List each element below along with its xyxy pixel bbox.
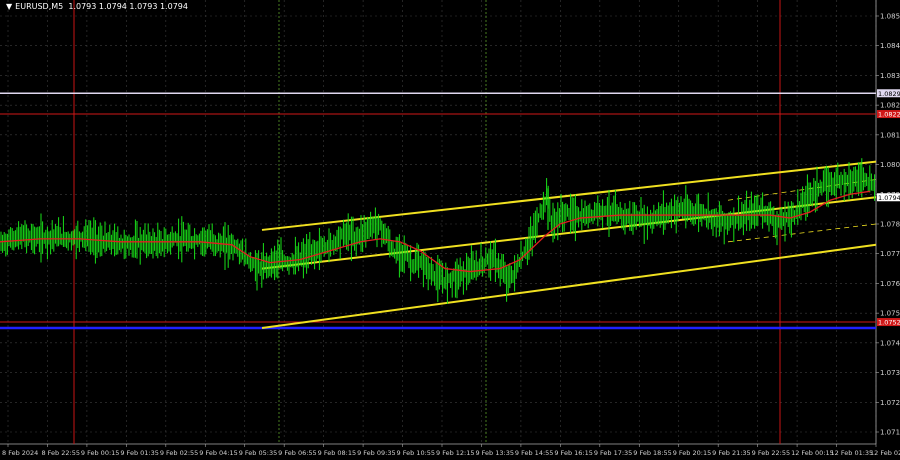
y-tick-label: 1.0765 bbox=[880, 280, 900, 288]
ohlc-readout: 1.0793 1.0794 1.0793 1.0794 bbox=[68, 2, 188, 11]
symbol-label: EURUSD,M5 bbox=[15, 2, 64, 11]
y-tick-label: 1.0725 bbox=[880, 399, 900, 407]
x-tick-label: 9 Feb 01:35 bbox=[120, 449, 159, 457]
x-tick-label: 9 Feb 17:35 bbox=[594, 449, 633, 457]
y-tick-label: 1.0785 bbox=[880, 221, 900, 229]
level-price-label: 1.0829 bbox=[878, 90, 900, 98]
level-price-label: 1.0822 bbox=[878, 111, 900, 119]
x-tick-label: 12 Feb 00:15 bbox=[791, 449, 834, 457]
chart-title: ▼ EURUSD,M5 1.0793 1.0794 1.0793 1.0794 bbox=[6, 2, 188, 11]
x-tick-label: 12 Feb 01:35 bbox=[831, 449, 874, 457]
x-tick-label: 9 Feb 10:55 bbox=[397, 449, 436, 457]
y-tick-label: 1.0805 bbox=[880, 161, 900, 169]
x-tick-label: 9 Feb 18:55 bbox=[633, 449, 672, 457]
x-tick-label: 9 Feb 05:35 bbox=[239, 449, 278, 457]
y-tick-label: 1.0735 bbox=[880, 369, 900, 377]
x-tick-label: 9 Feb 16:15 bbox=[554, 449, 593, 457]
y-tick-label: 1.0755 bbox=[880, 310, 900, 318]
x-tick-label: 9 Feb 09:35 bbox=[357, 449, 396, 457]
price-chart[interactable]: 1.0855 1.0845 1.0835 1.0825 1.0815 1.0805 1.07… bbox=[0, 0, 900, 460]
x-tick-label: 9 Feb 20:15 bbox=[673, 449, 712, 457]
x-tick-label: 9 Feb 00:15 bbox=[81, 449, 120, 457]
x-tick-label: 9 Feb 21:35 bbox=[712, 449, 751, 457]
x-tick-label: 12 Feb 02:55 bbox=[870, 449, 900, 457]
y-tick-label: 1.0815 bbox=[880, 131, 900, 139]
chart-window[interactable]: ▼ EURUSD,M5 1.0793 1.0794 1.0793 1.0794 1… bbox=[0, 0, 900, 460]
x-tick-label: 9 Feb 02:55 bbox=[160, 449, 199, 457]
y-tick-label: 1.0825 bbox=[880, 102, 900, 110]
x-tick-label: 9 Feb 12:15 bbox=[436, 449, 475, 457]
collapse-triangle-icon[interactable]: ▼ bbox=[6, 2, 12, 11]
x-tick-label: 8 Feb 2024 bbox=[2, 449, 38, 457]
x-tick-label: 8 Feb 22:55 bbox=[41, 449, 80, 457]
x-tick-label: 9 Feb 13:35 bbox=[475, 449, 514, 457]
x-tick-label: 9 Feb 14:55 bbox=[515, 449, 554, 457]
x-tick-label: 9 Feb 22:55 bbox=[752, 449, 791, 457]
x-tick-label: 9 Feb 08:15 bbox=[318, 449, 357, 457]
y-tick-label: 1.0715 bbox=[880, 429, 900, 437]
current-price-label: 1.0794 bbox=[878, 194, 900, 202]
level-price-label: 1.0752 bbox=[878, 319, 900, 327]
y-tick-label: 1.0855 bbox=[880, 13, 900, 21]
x-tick-label: 9 Feb 06:55 bbox=[278, 449, 317, 457]
y-tick-label: 1.0845 bbox=[880, 42, 900, 50]
y-tick-label: 1.0775 bbox=[880, 250, 900, 258]
x-tick-label: 9 Feb 04:15 bbox=[199, 449, 238, 457]
y-tick-label: 1.0835 bbox=[880, 72, 900, 80]
y-tick-label: 1.0745 bbox=[880, 339, 900, 347]
